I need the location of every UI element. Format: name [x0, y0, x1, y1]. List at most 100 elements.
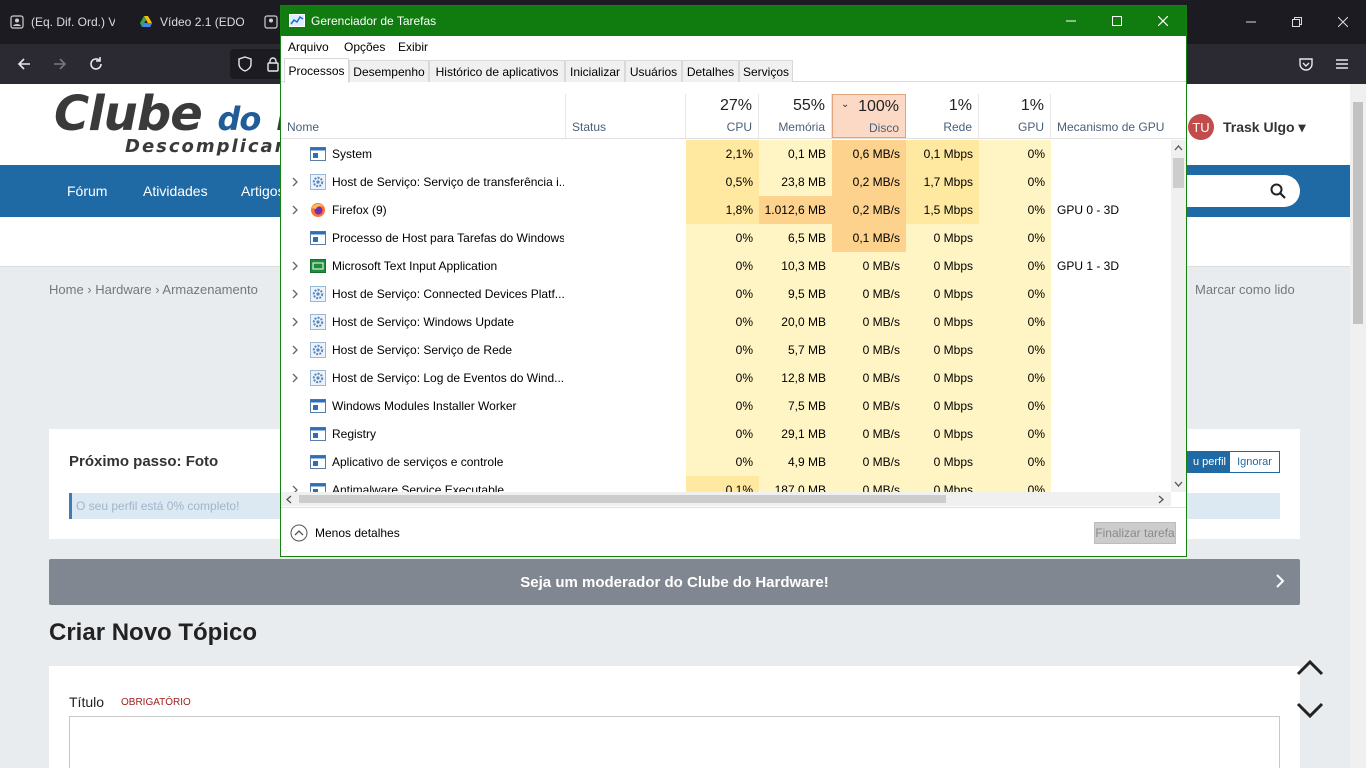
table-row[interactable]: Host de Serviço: Serviço de Rede 0% 5,7 MB… [281, 336, 1171, 364]
complete-profile-button[interactable]: u perfil [1183, 451, 1229, 473]
nav-artigos[interactable]: Artigos [241, 183, 285, 199]
process-list-horizontal-scrollbar[interactable] [281, 492, 1171, 506]
shield-icon[interactable] [237, 56, 253, 77]
user-name: Trask Ulgo [1223, 119, 1295, 135]
menu-bar: Arquivo Opções Exibir [281, 36, 1186, 58]
column-header-network[interactable]: 1% Rede [906, 94, 979, 138]
menu-button[interactable] [1326, 44, 1358, 84]
nav-forum[interactable]: Fórum [67, 183, 107, 199]
chevron-right-icon[interactable] [290, 372, 300, 384]
chevron-right-icon[interactable] [290, 288, 300, 300]
mark-read-link[interactable]: Marcar como lido [1195, 282, 1295, 297]
process-gpu-engine [1057, 140, 1167, 168]
horizontal-scrollbar-thumb[interactable] [299, 495, 946, 503]
chevron-up-circle-icon[interactable] [290, 524, 308, 542]
breadcrumb[interactable]: Home › Hardware › Armazenamento [49, 282, 258, 297]
process-gpu-engine [1057, 336, 1167, 364]
tab-usuarios[interactable]: Usuários [625, 60, 682, 82]
nav-atividades[interactable]: Atividades [143, 183, 208, 199]
site-search-input[interactable] [1170, 175, 1300, 207]
gear-icon [310, 370, 326, 386]
chevron-right-icon[interactable] [290, 260, 300, 272]
column-header-gpu-engine[interactable]: Mecanismo de GPU [1051, 94, 1186, 138]
column-header-name[interactable]: Nome [281, 94, 566, 138]
close-button[interactable] [1140, 6, 1186, 36]
table-row[interactable]: Windows Modules Installer Worker 0% 7,5 MB… [281, 392, 1171, 420]
maximize-button[interactable] [1094, 6, 1140, 36]
column-header-disk[interactable]: ⌄ 100% Disco [832, 94, 906, 138]
browser-tab-2[interactable]: Vídeo 2.1 (EDOs [139, 8, 244, 36]
table-row[interactable]: Aplicativo de serviços e controle 0% 4,9 M… [281, 448, 1171, 476]
page-scrollbar[interactable] [1350, 84, 1366, 768]
end-task-button[interactable]: Finalizar tarefa [1094, 522, 1176, 544]
back-button[interactable] [8, 44, 40, 84]
window-app-icon [310, 399, 326, 413]
process-cpu: 0,1% [686, 476, 759, 492]
browser-tab-1[interactable]: (Eq. Dif. Ord.) V [10, 8, 115, 36]
user-menu[interactable]: Trask Ulgo ▾ [1223, 119, 1306, 136]
task-manager-titlebar[interactable]: Gerenciador de Tarefas [281, 6, 1186, 36]
tab-inicializar[interactable]: Inicializar [565, 60, 625, 82]
column-header-gpu[interactable]: 1% GPU [979, 94, 1051, 138]
scroll-to-top-button[interactable] [1294, 656, 1326, 680]
moderator-banner-text: Seja um moderador do Clube do Hardware! [520, 573, 829, 591]
chevron-right-icon[interactable] [290, 344, 300, 356]
chevron-right-icon[interactable] [290, 484, 300, 492]
process-name: Microsoft Text Input Application [332, 259, 498, 273]
process-name: Registry [332, 427, 377, 441]
column-header-memory[interactable]: 55% Memória [759, 94, 832, 138]
search-icon[interactable] [1270, 183, 1286, 199]
title-input[interactable] [69, 716, 1280, 768]
tab-servicos[interactable]: Serviços [739, 60, 793, 82]
table-row[interactable]: Antimalware Service Executable 0,1% 187,0 … [281, 476, 1171, 492]
less-details-link[interactable]: Menos detalhes [315, 526, 400, 540]
gear-icon [310, 286, 326, 302]
process-cpu: 0% [686, 392, 759, 420]
moderator-banner[interactable]: Seja um moderador do Clube do Hardware! [49, 559, 1300, 605]
scroll-to-bottom-button[interactable] [1294, 698, 1326, 722]
pocket-button[interactable] [1290, 44, 1322, 84]
table-row[interactable]: Host de Serviço: Windows Update 0% 20,0 MB… [281, 308, 1171, 336]
browser-restore-button[interactable] [1274, 0, 1320, 44]
ignore-button[interactable]: Ignorar [1229, 451, 1280, 473]
table-row[interactable]: Firefox (9) 1,8% 1.012,6 MB 0,2 MB/s 1,5 Mbp… [281, 196, 1171, 224]
browser-close-button[interactable] [1320, 0, 1366, 44]
page-scrollbar-thumb[interactable] [1353, 102, 1363, 324]
gear-icon [310, 314, 326, 330]
sort-descending-icon: ⌄ [841, 99, 850, 110]
table-row[interactable]: Host de Serviço: Serviço de transferênci… [281, 168, 1171, 196]
avatar[interactable]: TU [1188, 114, 1214, 140]
vertical-scrollbar-thumb[interactable] [1173, 158, 1184, 188]
process-list-vertical-scrollbar[interactable] [1171, 140, 1186, 492]
tab-desempenho[interactable]: Desempenho [349, 60, 429, 82]
chevron-right-icon[interactable] [290, 316, 300, 328]
tab-detalhes[interactable]: Detalhes [682, 60, 739, 82]
column-header-cpu[interactable]: 27% CPU [686, 94, 759, 138]
browser-tab-3[interactable] [264, 8, 280, 36]
process-net: 0 Mbps [906, 392, 979, 420]
table-row[interactable]: Host de Serviço: Connected Devices Platf… [281, 280, 1171, 308]
forward-button[interactable] [44, 44, 76, 84]
menu-opcoes[interactable]: Opções [344, 40, 385, 54]
lock-icon[interactable] [266, 56, 280, 77]
table-row[interactable]: Processo de Host para Tarefas do Windows… [281, 224, 1171, 252]
table-row[interactable]: Host de Serviço: Log de Eventos do Wind.… [281, 364, 1171, 392]
table-row[interactable]: Microsoft Text Input Application 0% 10,3 M… [281, 252, 1171, 280]
table-row[interactable]: System 2,1% 0,1 MB 0,6 MB/s 0,1 Mbps 0% [281, 140, 1171, 168]
process-disk: 0 MB/s [832, 392, 906, 420]
process-net: 0 Mbps [906, 336, 979, 364]
table-row[interactable]: Registry 0% 29,1 MB 0 MB/s 0 Mbps 0% [281, 420, 1171, 448]
chevron-right-icon[interactable] [290, 204, 300, 216]
chevron-right-icon [1276, 574, 1285, 588]
menu-arquivo[interactable]: Arquivo [288, 40, 329, 54]
task-manager-window: Gerenciador de Tarefas Arquivo Opções Ex… [280, 5, 1187, 557]
column-header-status[interactable]: Status [566, 94, 686, 138]
tab-processos[interactable]: Processos [284, 58, 349, 83]
chevron-right-icon[interactable] [290, 176, 300, 188]
minimize-button[interactable] [1048, 6, 1094, 36]
menu-exibir[interactable]: Exibir [398, 40, 428, 54]
tab-historico[interactable]: Histórico de aplicativos [429, 60, 565, 82]
site-logo[interactable]: Clube do H [54, 86, 316, 142]
browser-minimize-button[interactable] [1228, 0, 1274, 44]
reload-button[interactable] [80, 44, 112, 84]
